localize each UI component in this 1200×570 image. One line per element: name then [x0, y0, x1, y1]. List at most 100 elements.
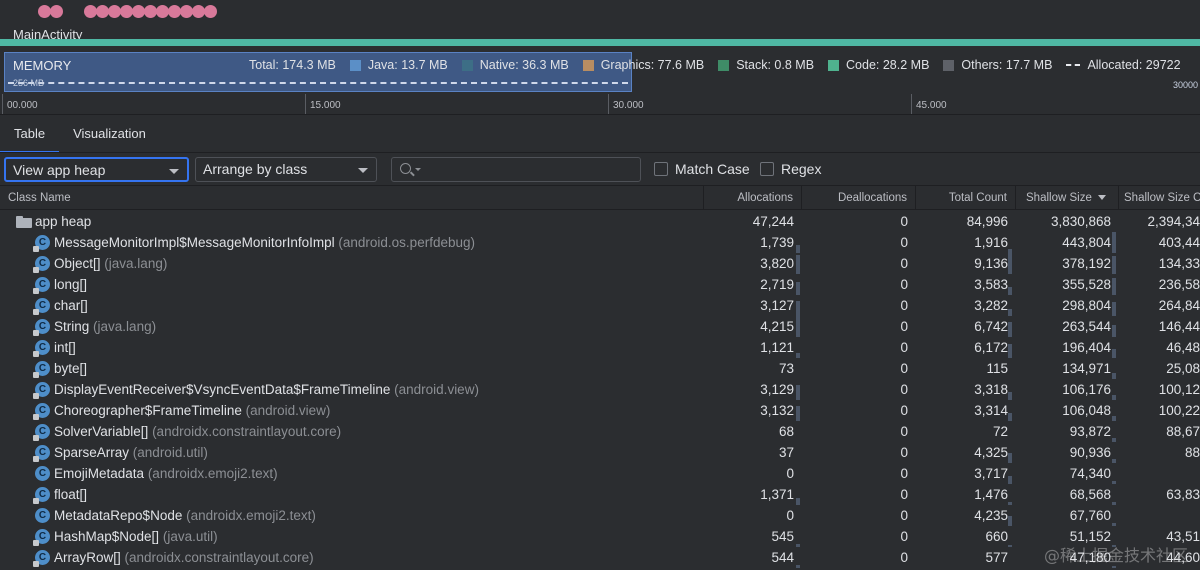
ruler-tick-label: 30.000 [613, 100, 644, 111]
allocations-cell: 2,719 [760, 277, 794, 292]
shallow-size-change-cell: 2,394,34 [1147, 214, 1200, 229]
package-name: (java.lang) [93, 319, 157, 334]
allocations-cell: 68 [778, 424, 794, 439]
view-tabs: Table Visualization [0, 114, 1200, 153]
deallocations-cell: 0 [900, 340, 908, 355]
deallocations-cell: 0 [900, 529, 908, 544]
total-count-cell: 577 [985, 550, 1008, 565]
shallow-size-cell: 68,568 [1069, 487, 1111, 502]
sort-descending-icon [1097, 195, 1106, 201]
shallow-size-cell: 196,404 [1062, 340, 1111, 355]
value-bar [796, 245, 800, 253]
activity-bar[interactable] [0, 39, 1200, 46]
regex-label: Regex [781, 161, 822, 177]
watermark: @稀土掘金技术社区 [1043, 546, 1188, 565]
column-class-name[interactable]: Class Name [0, 186, 704, 210]
heap-select[interactable]: View app heap [4, 157, 189, 182]
legend-graphics: Graphics: 77.6 MB [582, 58, 705, 72]
value-bar [1008, 413, 1012, 421]
class-icon: C [35, 508, 50, 523]
table-row[interactable]: C EmojiMetadata (androidx.emoji2.text) 0 0 3… [0, 463, 1200, 484]
table-row[interactable]: Clong[] 2,719 0 3,583 355,528 236,58 [0, 274, 1200, 295]
class-icon: C [35, 466, 50, 481]
class-icon: C [33, 361, 50, 378]
table-row[interactable]: C ArrayRow[] (androidx.constraintlayout.c… [0, 547, 1200, 568]
package-name: (androidx.constraintlayout.core) [124, 550, 314, 565]
class-name-cell: MetadataRepo$Node (androidx.emoji2.text) [54, 505, 700, 526]
deallocations-cell: 0 [900, 256, 908, 271]
shallow-size-cell: 90,936 [1069, 445, 1111, 460]
regex-checkbox[interactable]: Regex [760, 161, 821, 177]
value-bar [1008, 287, 1012, 295]
allocations-cell: 47,244 [752, 214, 794, 229]
class-icon: C [33, 319, 50, 336]
shallow-size-cell: 93,872 [1069, 424, 1111, 439]
table-row[interactable]: C MessageMonitorImpl$MessageMonitorInfoIm… [0, 232, 1200, 253]
arrange-select-value: Arrange by class [203, 161, 308, 177]
column-shallow-size[interactable]: Shallow Size [1016, 186, 1119, 210]
deallocations-cell: 0 [900, 466, 908, 481]
value-bar [796, 255, 800, 274]
chevron-down-icon [358, 168, 368, 173]
table-row[interactable]: Cchar[] 3,127 0 3,282 298,804 264,84 [0, 295, 1200, 316]
total-count-cell: 3,314 [974, 403, 1008, 418]
total-count-cell: 4,325 [974, 445, 1008, 460]
shallow-size-change-cell [1119, 463, 1200, 484]
table-row[interactable]: C Object[] (java.lang) 3,820 0 9,136 378,192 1… [0, 253, 1200, 274]
match-case-checkbox[interactable]: Match Case [654, 161, 750, 177]
memory-track[interactable]: MEMORY 256 MB Total: 174.3 MB Java: 13.7… [0, 50, 1200, 94]
value-bar [1008, 344, 1012, 358]
column-total-count[interactable]: Total Count [916, 186, 1016, 210]
legend-stack-label: Stack: 0.8 MB [736, 58, 815, 72]
class-name: long[] [54, 277, 88, 292]
regex-box[interactable] [760, 162, 774, 176]
class-search-input[interactable] [391, 157, 641, 182]
shallow-size-change-cell: 100,22 [1158, 403, 1200, 418]
deallocations-cell: 0 [900, 403, 908, 418]
search-history-icon[interactable] [415, 168, 421, 171]
table-row[interactable]: app heap 47,244 0 84,996 3,830,868 2,394,34 [0, 211, 1200, 232]
class-name: HashMap$Node[] [54, 529, 160, 544]
event-marker[interactable] [204, 5, 217, 18]
table-row[interactable]: C SparseArray (android.util) 37 0 4,325 90,93… [0, 442, 1200, 463]
table-row[interactable]: C DisplayEventReceiver$VsyncEventData$Fra… [0, 379, 1200, 400]
class-name-cell: Object[] (java.lang) [54, 253, 700, 274]
tab-visualization[interactable]: Visualization [59, 115, 160, 153]
class-name: ArrayRow[] [54, 550, 121, 565]
allocation-scale-label: 30000 [1172, 80, 1198, 90]
shallow-size-change-cell: 134,33 [1158, 256, 1200, 271]
column-shallow-size-change[interactable]: Shallow Size C [1119, 186, 1200, 210]
deallocations-cell: 0 [900, 550, 908, 565]
allocations-cell: 3,129 [760, 382, 794, 397]
column-deallocations[interactable]: Deallocations [802, 186, 916, 210]
code-swatch [828, 59, 840, 71]
table-row[interactable]: C String (java.lang) 4,215 0 6,742 263,544 146… [0, 316, 1200, 337]
deallocations-cell: 0 [900, 424, 908, 439]
allocated-swatch [1066, 64, 1081, 66]
table-row[interactable]: C Choreographer$FrameTimeline (android.vi… [0, 400, 1200, 421]
table-row[interactable]: C SolverVariable[] (androidx.constraintla… [0, 421, 1200, 442]
table-row[interactable]: C MetadataRepo$Node (androidx.emoji2.text… [0, 505, 1200, 526]
activity-timeline: MainActivity [0, 0, 1200, 46]
column-allocations[interactable]: Allocations [704, 186, 802, 210]
total-count-cell: 3,282 [974, 298, 1008, 313]
time-ruler[interactable]: 00.000 15.000 30.000 45.000 [0, 94, 1200, 114]
class-name: MessageMonitorImpl$MessageMonitorInfoImp… [54, 235, 335, 250]
arrange-select[interactable]: Arrange by class [195, 157, 377, 182]
match-case-box[interactable] [654, 162, 668, 176]
table-row[interactable]: Cint[] 1,121 0 6,172 196,404 46,48 [0, 337, 1200, 358]
shallow-size-cell: 443,804 [1062, 235, 1111, 250]
shallow-size-cell: 67,760 [1069, 508, 1111, 523]
class-name-cell: SolverVariable[] (androidx.constraintlay… [54, 421, 700, 442]
value-bar [1112, 325, 1116, 337]
legend-graphics-label: Graphics: 77.6 MB [600, 58, 705, 72]
class-name: DisplayEventReceiver$VsyncEventData$Fram… [54, 382, 391, 397]
java-swatch [349, 59, 361, 71]
tab-table[interactable]: Table [0, 115, 60, 153]
table-row[interactable]: Cfloat[] 1,371 0 1,476 68,568 63,83 [0, 484, 1200, 505]
class-name-cell: EmojiMetadata (androidx.emoji2.text) [54, 463, 700, 484]
ruler-tick [2, 94, 3, 114]
stack-swatch [718, 59, 730, 71]
table-row[interactable]: Cbyte[] 73 0 115 134,971 25,08 [0, 358, 1200, 379]
table-row[interactable]: C HashMap$Node[] (java.util) 545 0 660 51,152… [0, 526, 1200, 547]
